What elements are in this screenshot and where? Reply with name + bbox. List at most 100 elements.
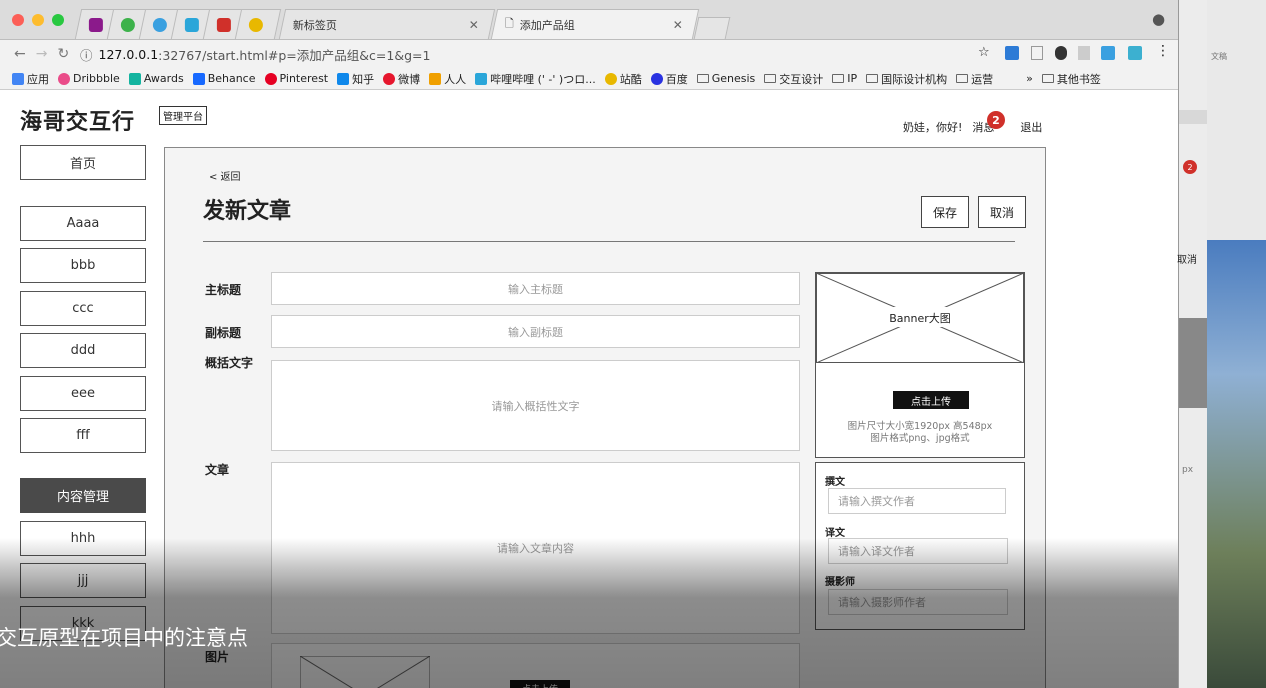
extension-icon[interactable] [1031, 46, 1043, 60]
format-hint: 图片格式png、jpg格式 [870, 433, 970, 444]
weibo-icon [383, 72, 396, 85]
bookmarks-bar: 应用 Dribbble Awards Behance Pinterest 知乎 … [0, 68, 1178, 90]
bookmark-label: 微博 [398, 72, 421, 86]
app-icon [152, 17, 167, 32]
bookmark-dribbble[interactable]: Dribbble [58, 72, 120, 85]
sidebar-item-aaaa[interactable]: Aaaa [20, 206, 146, 241]
main-title-input[interactable]: 输入主标题 [271, 272, 800, 305]
bookmark-ip[interactable]: IP [832, 72, 857, 85]
tab-new[interactable]: 新标签页 ✕ [278, 9, 496, 39]
article-textarea[interactable]: 请输入文章内容 [271, 462, 800, 634]
bookmark-ops[interactable]: 运营 [956, 71, 993, 87]
bookmark-label: 交互设计 [779, 72, 824, 86]
save-button[interactable]: 保存 [921, 196, 969, 228]
folder-icon [866, 74, 879, 83]
photographer-label: 摄影师 [825, 577, 855, 588]
new-tab-button[interactable] [693, 17, 731, 39]
bookmark-label: 国际设计机构 [881, 72, 948, 86]
reload-icon[interactable]: ↻ [57, 46, 69, 62]
bookmark-apps[interactable]: 应用 [12, 71, 49, 87]
prototype-page: 海哥交互行 管理平台 奶娃，你好! 消息 退出 2 首页 Aaaa bbb cc… [0, 91, 1178, 688]
summary-textarea[interactable]: 请输入概括性文字 [271, 360, 800, 451]
bookmark-label: Pinterest [279, 72, 329, 85]
cancel-button[interactable]: 取消 [978, 196, 1026, 228]
close-icon[interactable]: ✕ [469, 18, 479, 32]
sidebar-item-fff[interactable]: fff [20, 418, 146, 453]
extension-icon[interactable] [1101, 46, 1115, 60]
bookmark-baidu[interactable]: 百度 [650, 71, 688, 87]
sidebar-item-ddd[interactable]: ddd [20, 333, 146, 368]
app-icon [88, 17, 103, 32]
cancel-text: 取消 [1177, 255, 1197, 266]
bookmark-label: 站酷 [619, 72, 642, 86]
info-icon: ⓘ [80, 47, 93, 63]
behance-icon [192, 72, 205, 85]
toolbar-strip [1179, 110, 1208, 124]
sidebar-item-ccc[interactable]: ccc [20, 291, 146, 326]
bookmark-pinterest[interactable]: Pinterest [264, 72, 329, 85]
page-title: 发新文章 [203, 199, 292, 224]
message-count-badge: 2 [987, 111, 1005, 129]
extension-icon[interactable] [1055, 46, 1067, 60]
minimize-window-icon[interactable] [32, 14, 44, 26]
tab-add-product[interactable]: 🗋 添加产品组 ✕ [490, 9, 700, 39]
upload-button[interactable]: 点击上传 [893, 391, 969, 409]
extension-icon[interactable] [1078, 46, 1090, 60]
banner-upload: Banner大图 点击上传 图片尺寸大小宽1920px 高548px 图片格式p… [815, 272, 1025, 458]
bookmark-intl[interactable]: 国际设计机构 [866, 71, 947, 87]
tab-pinned-6[interactable] [234, 9, 282, 39]
bookmark-zcool[interactable]: 站酷 [604, 71, 642, 87]
folder-icon [696, 74, 709, 83]
article-form-panel: < 返回 发新文章 保存 取消 主标题 输入主标题 副标题 输入副标题 概括文字… [164, 147, 1046, 688]
sidebar-item-hhh[interactable]: hhh [20, 521, 146, 556]
bookmark-awards[interactable]: Awards [128, 72, 184, 85]
translator-input[interactable]: 请输入译文作者 [828, 538, 1008, 564]
bookmark-bilibili[interactable]: 哔哩哔哩 (' -' )つロ... [475, 71, 596, 87]
profile-icon[interactable]: ● [1152, 10, 1165, 28]
tab-label: 新标签页 [292, 18, 337, 32]
folder-icon [764, 74, 777, 83]
zcool-icon [604, 72, 617, 85]
url-field[interactable]: ⓘ 127.0.0.1:32767/start.html#p=添加产品组&c=1… [80, 43, 1000, 65]
bookmark-behance[interactable]: Behance [192, 72, 256, 85]
bookmark-label: 知乎 [352, 72, 375, 86]
extension-icon[interactable] [1128, 46, 1142, 60]
photographer-input[interactable]: 请输入摄影师作者 [828, 589, 1008, 615]
image-upload-box[interactable]: 点击上传 [271, 643, 800, 688]
maximize-window-icon[interactable] [52, 14, 64, 26]
sidebar-item-jjj[interactable]: jjj [20, 563, 146, 598]
back-icon[interactable]: ← [14, 46, 26, 62]
sidebar-item-home[interactable]: 首页 [20, 145, 146, 180]
sidebar-item-bbb[interactable]: bbb [20, 248, 146, 283]
banner-label: Banner大图 [889, 312, 951, 325]
user-bar: 奶娃，你好! 消息 退出 [903, 119, 1042, 135]
bookmark-other[interactable]: 其他书签 [1041, 71, 1101, 87]
extension-icon[interactable] [1005, 46, 1019, 60]
sidebar-item-content[interactable]: 内容管理 [20, 478, 146, 513]
bookmarks-overflow[interactable]: » [1026, 72, 1033, 85]
bookmark-interaction[interactable]: 交互设计 [764, 71, 823, 87]
zcool-icon [248, 17, 263, 32]
page-icon: 🗋 [504, 17, 514, 30]
forward-icon[interactable]: → [36, 46, 48, 62]
logout-link[interactable]: 退出 [1020, 119, 1042, 135]
subtitle-input[interactable]: 输入副标题 [271, 315, 800, 348]
bilibili-icon [184, 17, 199, 32]
bookmark-genesis[interactable]: Genesis [696, 72, 755, 85]
upload-button[interactable]: 点击上传 [510, 680, 570, 688]
apps-icon [12, 72, 24, 85]
background-window: 2 取消 px [1177, 0, 1208, 688]
close-window-icon[interactable] [12, 14, 24, 26]
sidebar-item-eee[interactable]: eee [20, 376, 146, 411]
bookmark-zhihu[interactable]: 知乎 [337, 71, 374, 87]
url-host: 127.0.0.1 [98, 46, 159, 62]
back-link[interactable]: < 返回 [209, 168, 241, 183]
close-icon[interactable]: ✕ [673, 18, 683, 32]
writer-input[interactable]: 请输入撰文作者 [828, 488, 1006, 514]
star-icon[interactable]: ☆ [978, 45, 990, 60]
youtube-icon [216, 17, 231, 32]
bookmark-weibo[interactable]: 微博 [383, 71, 420, 87]
writer-label: 撰文 [825, 477, 845, 488]
bookmark-renren[interactable]: 人人 [429, 71, 466, 87]
menu-icon[interactable]: ⋮ [1156, 43, 1170, 59]
